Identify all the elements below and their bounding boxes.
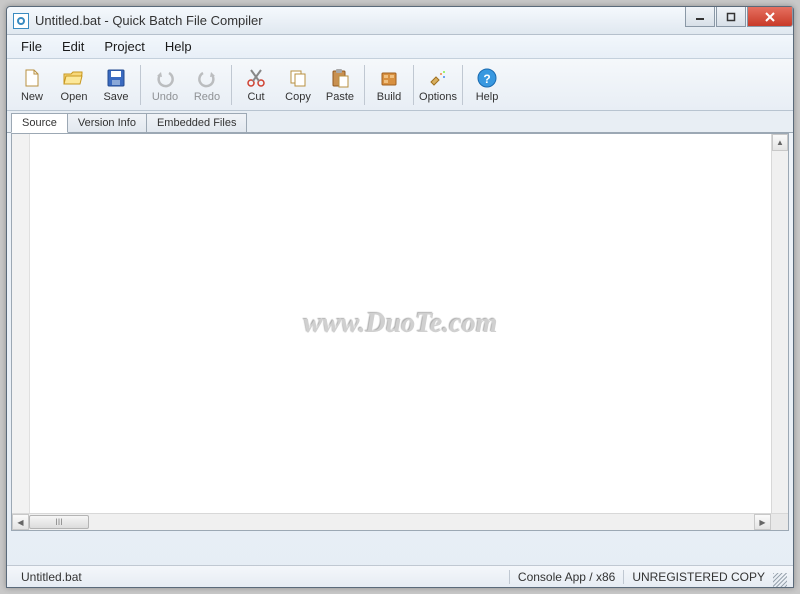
svg-text:?: ? — [483, 72, 490, 86]
horizontal-scrollbar[interactable]: ◀ III ▶ — [12, 513, 788, 530]
tabs: Source Version Info Embedded Files — [7, 111, 793, 133]
undo-button[interactable]: Undo — [144, 62, 186, 108]
toolbar-separator — [462, 65, 463, 105]
scroll-left-icon[interactable]: ◀ — [12, 514, 29, 530]
source-editor[interactable]: www.DuoTe.com — [30, 134, 771, 513]
status-license: UNREGISTERED COPY — [623, 570, 773, 584]
watermark-text: www.DuoTe.com — [304, 308, 498, 340]
menu-help[interactable]: Help — [155, 36, 202, 57]
scroll-corner — [771, 514, 788, 530]
window-controls — [685, 7, 793, 34]
resize-grip-icon[interactable] — [773, 573, 787, 587]
options-icon — [427, 67, 449, 89]
save-icon — [105, 67, 127, 89]
tab-version-info[interactable]: Version Info — [67, 113, 147, 132]
minimize-button[interactable] — [685, 7, 715, 27]
content-area: www.DuoTe.com ▲ ◀ III ▶ — [11, 133, 789, 531]
toolbar: New Open Save Undo Redo — [7, 59, 793, 111]
status-filename: Untitled.bat — [13, 570, 90, 584]
hscroll-thumb[interactable]: III — [29, 515, 89, 529]
editor-gutter — [12, 134, 30, 513]
redo-icon — [196, 67, 218, 89]
status-target: Console App / x86 — [509, 570, 623, 584]
hscroll-track[interactable]: III — [29, 514, 754, 530]
build-button[interactable]: Build — [368, 62, 410, 108]
paste-button[interactable]: Paste — [319, 62, 361, 108]
toolbar-separator — [140, 65, 141, 105]
copy-icon — [287, 67, 309, 89]
app-window: Untitled.bat - Quick Batch File Compiler… — [6, 6, 794, 588]
menubar: File Edit Project Help — [7, 35, 793, 59]
redo-button[interactable]: Redo — [186, 62, 228, 108]
build-icon — [378, 67, 400, 89]
tab-embedded-files[interactable]: Embedded Files — [146, 113, 248, 132]
vertical-scrollbar[interactable]: ▲ — [771, 134, 788, 513]
paste-icon — [329, 67, 351, 89]
new-button[interactable]: New — [11, 62, 53, 108]
toolbar-separator — [364, 65, 365, 105]
help-icon: ? — [476, 67, 498, 89]
toolbar-separator — [231, 65, 232, 105]
options-button[interactable]: Options — [417, 62, 459, 108]
toolbar-separator — [413, 65, 414, 105]
open-button[interactable]: Open — [53, 62, 95, 108]
save-button[interactable]: Save — [95, 62, 137, 108]
tab-source[interactable]: Source — [11, 113, 68, 133]
menu-edit[interactable]: Edit — [52, 36, 94, 57]
folder-open-icon — [63, 67, 85, 89]
maximize-button[interactable] — [716, 7, 746, 27]
new-file-icon — [21, 67, 43, 89]
window-title: Untitled.bat - Quick Batch File Compiler — [35, 13, 685, 28]
cut-button[interactable]: Cut — [235, 62, 277, 108]
app-icon — [13, 13, 29, 29]
scroll-up-icon[interactable]: ▲ — [772, 134, 788, 151]
titlebar[interactable]: Untitled.bat - Quick Batch File Compiler — [7, 7, 793, 35]
menu-file[interactable]: File — [11, 36, 52, 57]
close-button[interactable] — [747, 7, 793, 27]
scissors-icon — [245, 67, 267, 89]
menu-project[interactable]: Project — [94, 36, 154, 57]
undo-icon — [154, 67, 176, 89]
copy-button[interactable]: Copy — [277, 62, 319, 108]
help-button[interactable]: ? Help — [466, 62, 508, 108]
editor-wrap: www.DuoTe.com ▲ — [12, 134, 788, 513]
statusbar: Untitled.bat Console App / x86 UNREGISTE… — [7, 565, 793, 587]
scroll-right-icon[interactable]: ▶ — [754, 514, 771, 530]
